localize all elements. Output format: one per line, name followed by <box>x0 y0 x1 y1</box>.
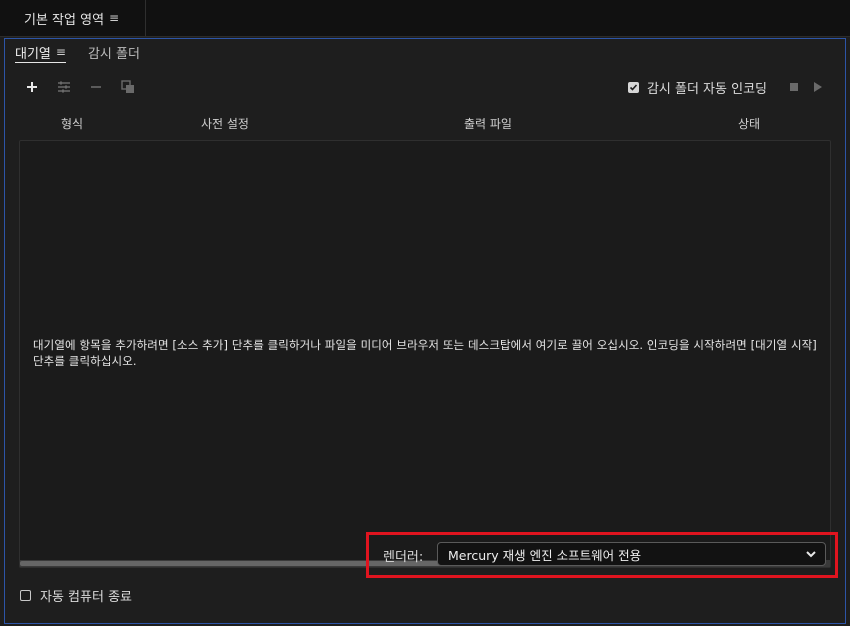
queue-empty-message: 대기열에 항목을 추가하려면 [소스 추가] 단추를 클릭하거나 파일을 미디어… <box>33 338 817 368</box>
queue-column-headers: 형식 사전 설정 출력 파일 상태 <box>19 115 831 133</box>
column-status[interactable]: 상태 <box>738 115 760 132</box>
tab-queue-label: 대기열 <box>15 46 51 62</box>
settings-icon[interactable] <box>55 78 73 96</box>
auto-encode-label: 감시 폴더 자동 인코딩 <box>646 81 767 97</box>
workspace-bar: 기본 작업 영역 ≡ <box>0 0 850 37</box>
auto-encode-control: 감시 폴더 자동 인코딩 <box>627 78 827 97</box>
minus-icon[interactable] <box>87 78 105 96</box>
column-output-file[interactable]: 출력 파일 <box>464 115 512 132</box>
workspace-menu-icon[interactable]: ≡ <box>109 11 119 25</box>
play-icon[interactable] <box>809 78 827 96</box>
panel-tabs: 대기열 ≡ 감시 폴더 <box>15 42 162 64</box>
tab-menu-icon[interactable]: ≡ <box>56 45 66 59</box>
auto-shutdown-control: 자동 컴퓨터 종료 <box>20 586 132 605</box>
queue-toolbar <box>23 78 137 96</box>
tab-watch-folders-label: 감시 폴더 <box>87 46 140 62</box>
tab-watch-folders[interactable]: 감시 폴더 <box>88 42 140 62</box>
auto-encode-checkbox[interactable] <box>627 81 639 93</box>
renderer-select[interactable]: Mercury 재생 엔진 소프트웨어 전용 <box>437 542 826 566</box>
auto-shutdown-checkbox[interactable] <box>20 590 31 601</box>
workspace-title: 기본 작업 영역 <box>24 12 105 28</box>
stop-icon[interactable] <box>785 78 803 96</box>
queue-list[interactable]: 대기열에 항목을 추가하려면 [소스 추가] 단추를 클릭하거나 파일을 미디어… <box>19 140 831 568</box>
column-preset[interactable]: 사전 설정 <box>201 115 249 132</box>
chevron-down-icon <box>806 551 816 558</box>
tab-queue[interactable]: 대기열 ≡ <box>15 42 66 63</box>
auto-shutdown-label: 자동 컴퓨터 종료 <box>40 590 132 605</box>
workspace-tab[interactable]: 기본 작업 영역 ≡ <box>0 0 146 36</box>
column-format[interactable]: 형식 <box>61 115 83 132</box>
renderer-label: 렌더러: <box>383 550 424 565</box>
add-icon[interactable] <box>23 78 41 96</box>
renderer-value: Mercury 재생 엔진 소프트웨어 전용 <box>448 547 642 563</box>
duplicate-icon[interactable] <box>119 78 137 96</box>
